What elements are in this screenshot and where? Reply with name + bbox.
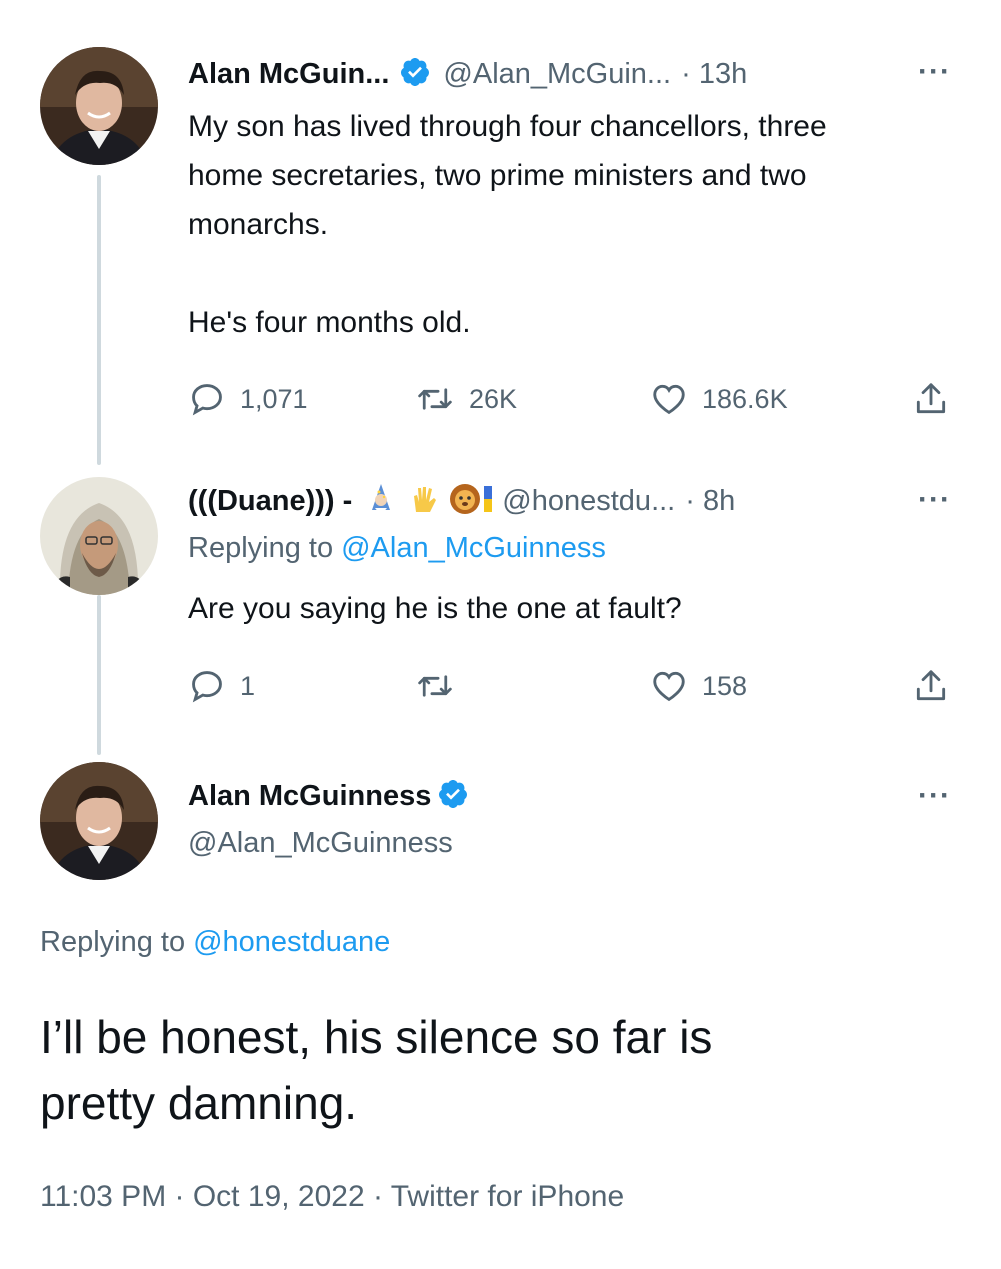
tweet-time[interactable]: · 8h [685, 485, 735, 518]
avatar-duane[interactable] [40, 477, 158, 595]
replying-to-handle[interactable]: @Alan_McGuinness [341, 532, 606, 565]
retweet-button[interactable]: 26K [415, 380, 517, 418]
replying-to-handle[interactable]: @honestduane [193, 926, 390, 959]
share-icon [916, 383, 946, 414]
tweet-timestamp-meta[interactable]: 11:03 PM · Oct 19, 2022 · Twitter for iP… [40, 1180, 624, 1214]
retweet-count: 26K [469, 383, 518, 414]
thread-line-1 [97, 175, 101, 465]
avatar-alan[interactable] [40, 762, 158, 880]
author-handle[interactable]: @honestdu... [502, 485, 675, 518]
author-handle[interactable]: @Alan_McGuinness [188, 827, 453, 860]
thread-line-2 [97, 595, 101, 755]
share-icon [916, 670, 946, 701]
tweet-text-2: He's four months old. [188, 306, 471, 339]
like-button[interactable]: 158 [650, 667, 747, 705]
verified-badge-icon [437, 778, 469, 815]
reply-button[interactable]: 1 [188, 667, 255, 705]
retweet-icon [418, 388, 452, 410]
heart-icon [653, 384, 685, 415]
author-name[interactable]: Alan McGuinness [188, 780, 431, 813]
like-count: 158 [702, 670, 748, 701]
like-button[interactable]: 186.6K [650, 380, 788, 418]
emoji-wizard-icon [364, 482, 398, 521]
more-dots-icon[interactable]: ··· [918, 57, 951, 87]
reply-bubble-icon [192, 671, 222, 703]
more-dots-icon[interactable]: ··· [918, 781, 951, 811]
emoji-ukraine-flag-icon [484, 485, 493, 517]
retweet-icon [418, 675, 452, 697]
reply-count: 1,071 [240, 383, 308, 414]
author-handle[interactable]: @Alan_McGuin... [443, 58, 671, 91]
tweet-text: My son has lived through four chancellor… [188, 110, 827, 241]
tweet-text: Are you saying he is the one at fault? [188, 592, 682, 625]
reply-button[interactable]: 1,071 [188, 380, 308, 418]
author-name[interactable]: Alan McGuin... [188, 58, 389, 91]
emoji-vulcan-hand-icon [408, 482, 442, 521]
heart-icon [653, 671, 685, 702]
share-button[interactable] [912, 380, 950, 418]
reply-bubble-icon [192, 384, 222, 416]
replying-to-label: Replying to [40, 926, 186, 958]
emoji-lion-icon [448, 482, 482, 521]
tweet-text: I’ll be honest, his silence so far is pr… [40, 1011, 713, 1129]
retweet-button[interactable] [415, 667, 469, 705]
tweet-time[interactable]: · 13h [681, 58, 747, 91]
author-name[interactable]: (((Duane))) - [188, 485, 352, 518]
avatar-alan[interactable] [40, 47, 158, 165]
more-dots-icon[interactable]: ··· [918, 485, 951, 515]
replying-to-label: Replying to [188, 532, 334, 564]
share-button[interactable] [912, 667, 950, 705]
reply-count: 1 [240, 670, 256, 701]
like-count: 186.6K [702, 383, 788, 414]
verified-badge-icon [399, 56, 431, 93]
